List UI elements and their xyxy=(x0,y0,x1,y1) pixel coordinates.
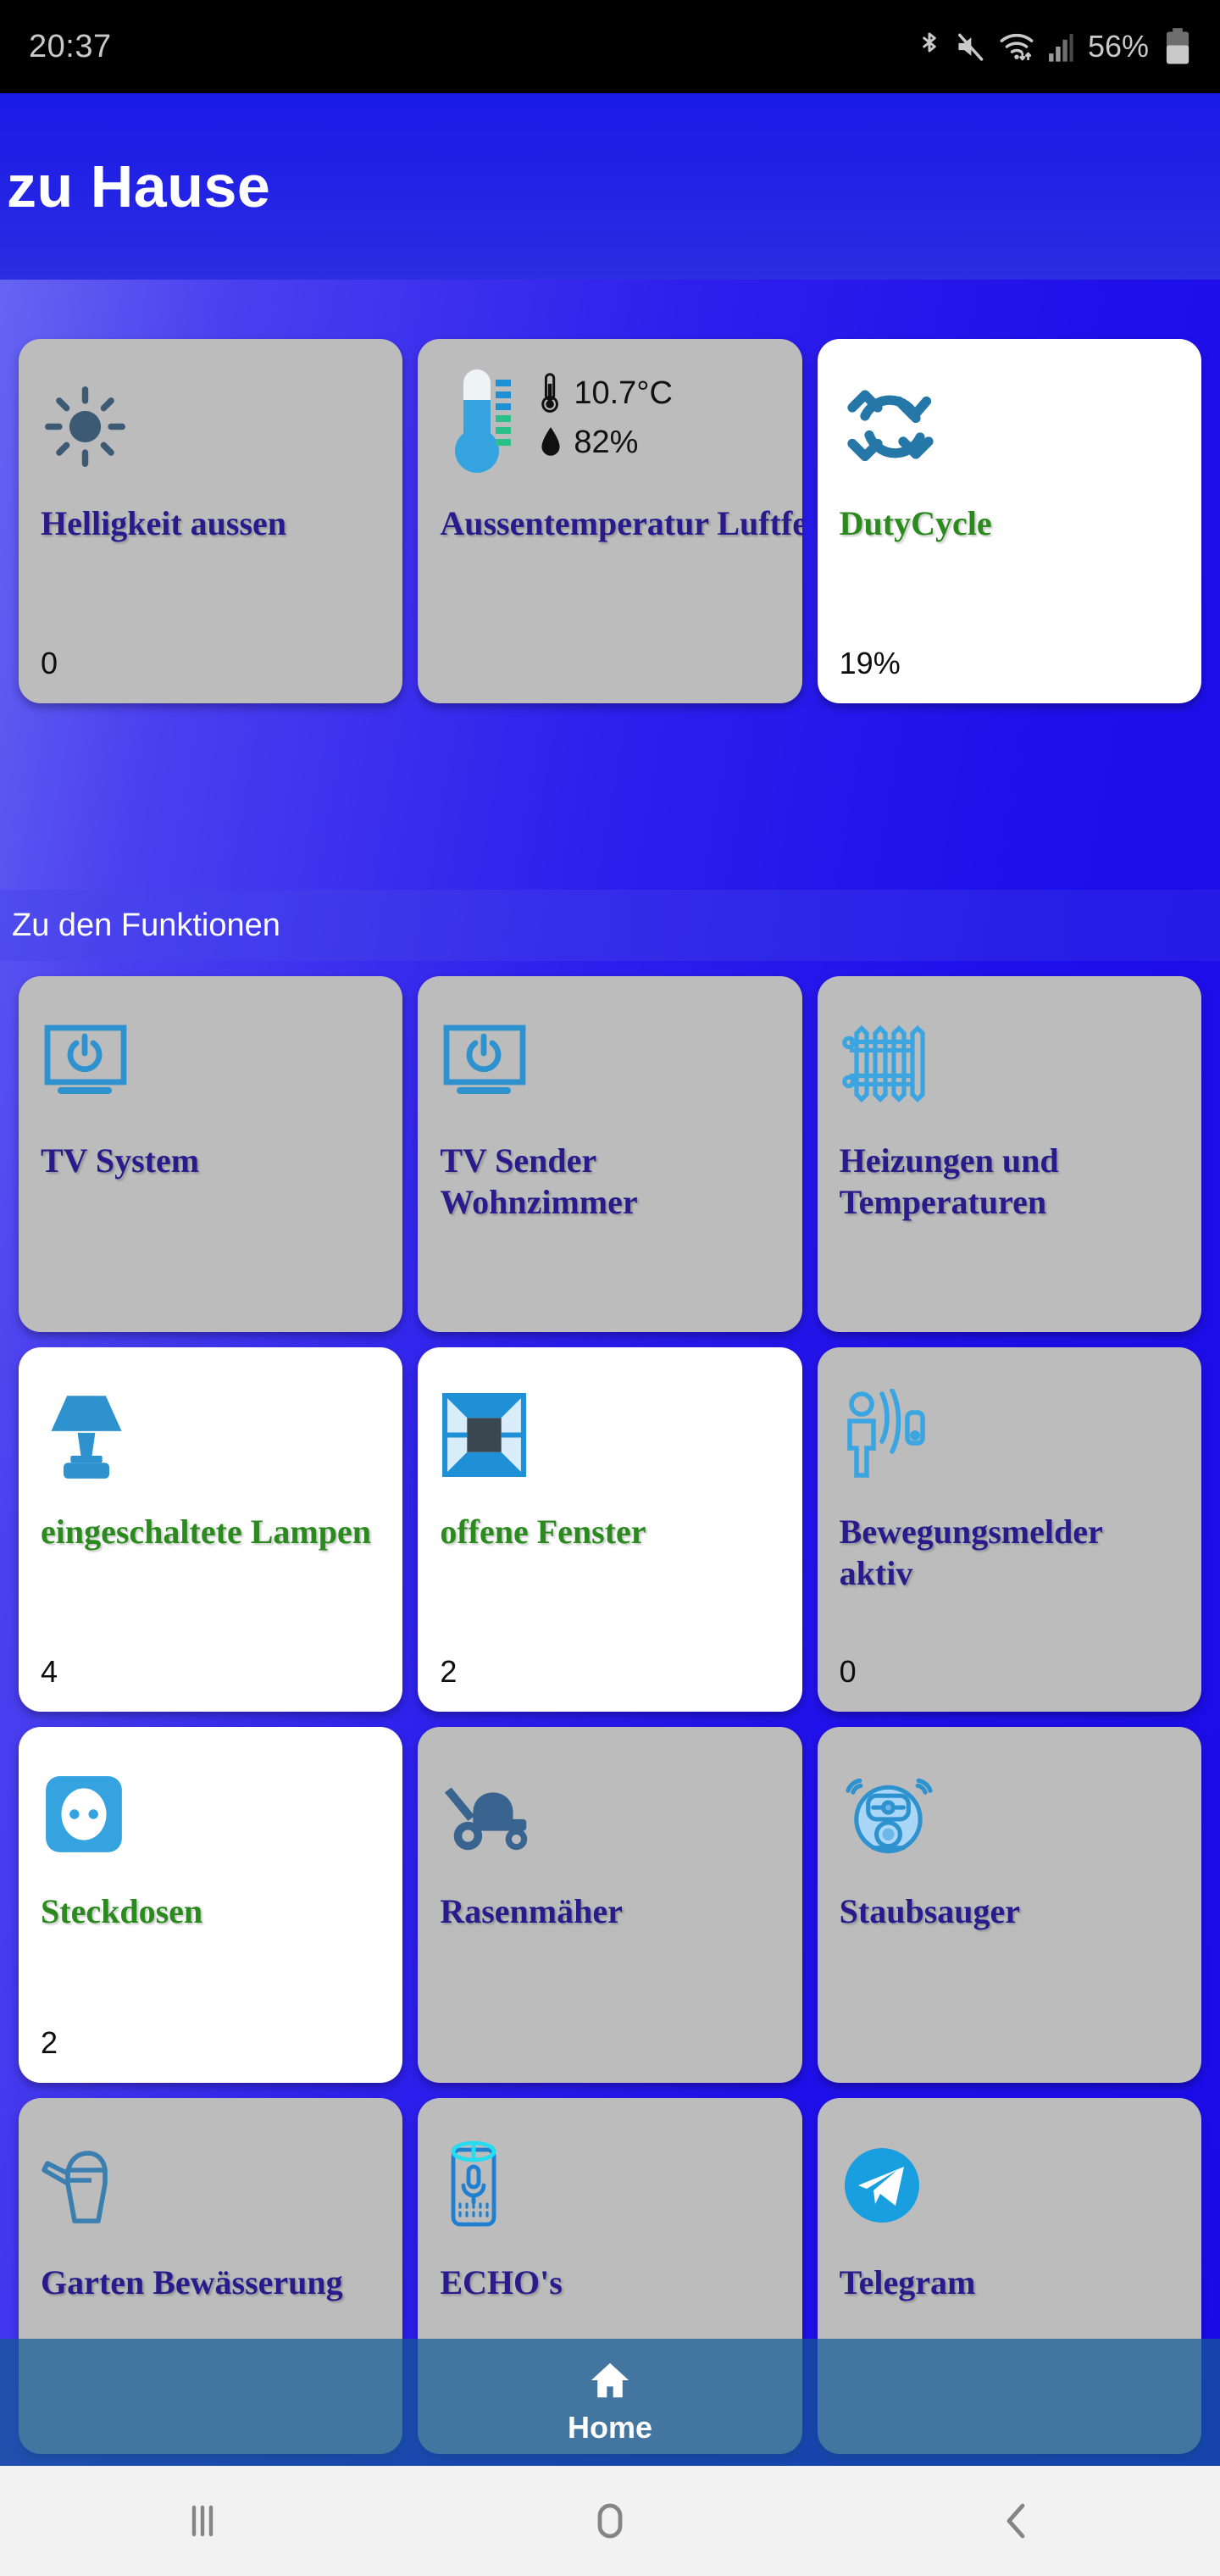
card-title: DutyCycle xyxy=(840,503,1179,545)
temperature-value: 10.7°C xyxy=(574,375,673,412)
home-icon xyxy=(587,2360,633,2405)
screen: 20:37 xyxy=(0,0,1220,2576)
card-lampen[interactable]: eingeschaltete Lampen 4 xyxy=(19,1347,402,1712)
recents-icon[interactable] xyxy=(180,2499,225,2543)
card-aussentemperatur[interactable]: 10.7°C 82% Aussentemperatur Luftfeutigke… xyxy=(418,339,801,703)
card-title: Garten Bewässerung xyxy=(41,2262,380,2304)
radiator-icon xyxy=(840,1000,1179,1127)
card-tv-system[interactable]: TV System xyxy=(19,976,402,1332)
tv-power-icon xyxy=(41,1000,380,1127)
card-title: TV Sender Wohnzimmer xyxy=(440,1141,779,1224)
card-value xyxy=(440,1295,779,1310)
telegram-icon xyxy=(840,2122,1179,2249)
card-rasenmaeher[interactable]: Rasenmäher xyxy=(418,1727,801,2083)
lawn-mower-icon xyxy=(440,1751,779,1878)
status-bar: 20:37 xyxy=(0,0,1220,93)
readings-list: 10.7°C 82% xyxy=(540,363,673,461)
card-dutycycle[interactable]: DutyCycle 19% xyxy=(818,339,1201,703)
card-value xyxy=(840,2046,1179,2061)
bottom-tab-bar: Home xyxy=(0,2339,1220,2466)
card-helligkeit-aussen[interactable]: Helligkeit aussen 0 xyxy=(19,339,402,703)
small-thermometer-icon xyxy=(540,371,562,415)
home-circle-icon[interactable] xyxy=(586,2497,634,2545)
card-bewegungsmelder[interactable]: Bewegungsmelder aktiv 0 xyxy=(818,1347,1201,1712)
bluetooth-icon xyxy=(917,30,942,64)
card-title: offene Fenster xyxy=(440,1512,779,1553)
card-title: Steckdosen xyxy=(41,1891,380,1933)
card-title: Aussentemperatur Luftfeutigkeit xyxy=(440,503,779,545)
watering-can-icon xyxy=(41,2122,380,2249)
card-value: 19% xyxy=(840,630,1179,681)
card-title: eingeschaltete Lampen xyxy=(41,1512,380,1553)
functions-grid: TV System TV Sender Wohnzimmer xyxy=(0,976,1220,2454)
mute-icon xyxy=(954,31,986,63)
battery-icon xyxy=(1164,28,1191,65)
card-title: Helligkeit aussen xyxy=(41,503,380,545)
card-title: Bewegungsmelder aktiv xyxy=(840,1512,1179,1595)
card-title: Heizungen und Temperaturen xyxy=(840,1141,1179,1224)
smart-speaker-icon xyxy=(440,2122,779,2249)
card-value xyxy=(440,666,779,681)
card-value xyxy=(41,1295,380,1310)
battery-percent: 56% xyxy=(1088,29,1149,64)
card-title: ECHO's xyxy=(440,2262,779,2304)
app-content: zu Hause xyxy=(0,93,1220,2466)
card-value: 4 xyxy=(41,1639,380,1690)
power-socket-icon xyxy=(41,1751,380,1878)
back-icon[interactable] xyxy=(995,2499,1040,2543)
section-header-funktionen: Zu den Funktionen xyxy=(0,890,1220,961)
thermometer-icon xyxy=(440,363,518,486)
android-nav-bar xyxy=(0,2466,1220,2576)
card-title: Staubsauger xyxy=(840,1891,1179,1933)
refresh-cycle-icon xyxy=(840,363,1179,490)
card-title: Rasenmäher xyxy=(440,1891,779,1933)
wifi-icon xyxy=(998,31,1035,63)
page-title: zu Hause xyxy=(0,153,270,220)
water-drop-icon xyxy=(540,424,562,461)
humidity-reading: 82% xyxy=(540,424,673,461)
sensor-grid: Helligkeit aussen 0 xyxy=(0,339,1220,703)
card-fenster[interactable]: offene Fenster 2 xyxy=(418,1347,801,1712)
app-header: zu Hause xyxy=(0,93,1220,280)
card-heizungen[interactable]: Heizungen und Temperaturen xyxy=(818,976,1201,1332)
section-header-label: Zu den Funktionen xyxy=(0,908,280,944)
tab-home[interactable]: Home xyxy=(568,2360,652,2446)
robot-vacuum-icon xyxy=(840,1751,1179,1878)
signal-icon xyxy=(1047,31,1076,63)
sun-icon xyxy=(41,363,380,490)
temperature-reading: 10.7°C xyxy=(540,371,673,415)
humidity-value: 82% xyxy=(574,425,638,461)
temperature-readings: 10.7°C 82% xyxy=(440,363,779,490)
card-value: 0 xyxy=(840,1639,1179,1690)
card-title: Telegram xyxy=(840,2262,1179,2304)
table-lamp-icon xyxy=(41,1371,380,1498)
tv-power-icon xyxy=(440,1000,779,1127)
card-title: TV System xyxy=(41,1141,380,1182)
open-window-icon xyxy=(440,1371,779,1498)
status-bar-icons: 56% xyxy=(917,28,1191,65)
card-value: 2 xyxy=(41,2010,380,2061)
card-tv-sender[interactable]: TV Sender Wohnzimmer xyxy=(418,976,801,1332)
card-staubsauger[interactable]: Staubsauger xyxy=(818,1727,1201,2083)
motion-sensor-icon xyxy=(840,1371,1179,1498)
card-value xyxy=(840,1295,1179,1310)
card-value: 0 xyxy=(41,630,380,681)
tab-home-label: Home xyxy=(568,2410,652,2446)
status-bar-time: 20:37 xyxy=(29,29,112,65)
card-value: 2 xyxy=(440,1639,779,1690)
card-value xyxy=(440,2046,779,2061)
card-steckdosen[interactable]: Steckdosen 2 xyxy=(19,1727,402,2083)
